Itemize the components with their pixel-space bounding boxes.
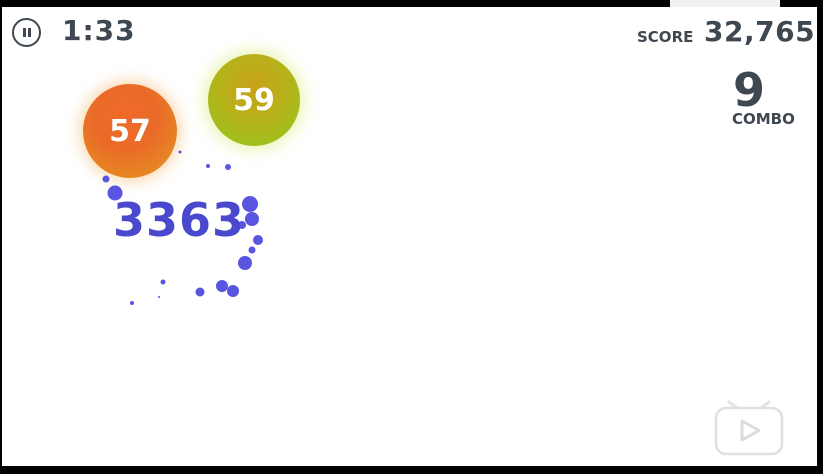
particle xyxy=(130,301,134,305)
particle xyxy=(253,235,263,245)
particle xyxy=(158,296,160,298)
result-number: 3363 xyxy=(113,193,246,247)
particle xyxy=(178,150,182,154)
particle xyxy=(216,280,228,292)
particle xyxy=(206,164,210,168)
particle xyxy=(102,175,110,183)
particle xyxy=(225,164,231,170)
replay-button[interactable] xyxy=(713,400,785,456)
particle xyxy=(195,287,205,297)
particle xyxy=(160,279,166,285)
top-strip xyxy=(670,0,780,7)
particle xyxy=(238,256,252,270)
game-area[interactable]: 1:33 SCORE 32,765 9 COMBO 57 59 3363 xyxy=(2,7,817,466)
particle xyxy=(245,212,259,226)
particle xyxy=(227,285,239,297)
particle xyxy=(248,246,256,254)
